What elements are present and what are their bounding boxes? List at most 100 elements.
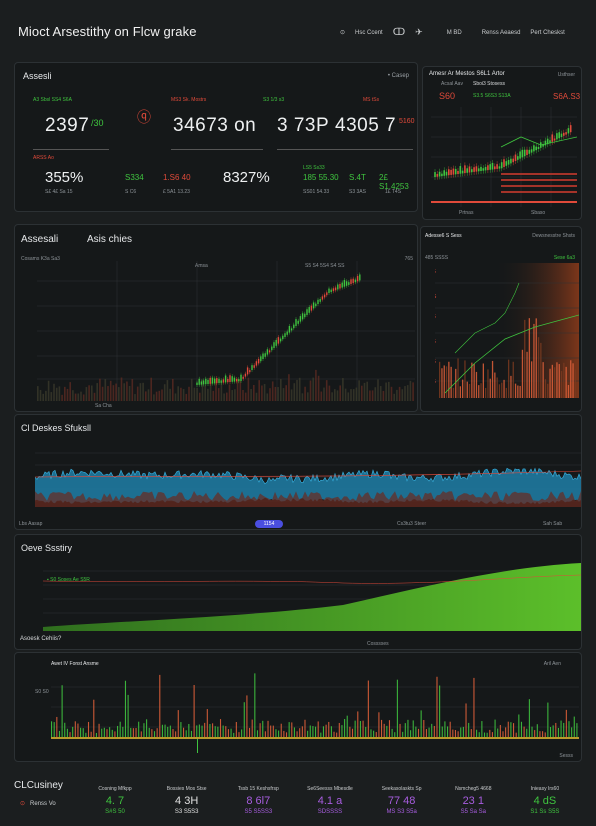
bar [449, 721, 451, 737]
bar [547, 702, 549, 737]
search-icon[interactable]: ⊙ [340, 29, 345, 36]
bar [119, 721, 121, 737]
candle [533, 145, 535, 152]
bars-panel: Awet IV Fonst Ansme Aril Aen S0 S0 Sesss [14, 652, 582, 762]
bar [534, 730, 536, 737]
nav-item-0[interactable]: Hsc Ccent [355, 30, 383, 36]
tab-asis[interactable]: Asis chies [87, 234, 132, 245]
bar [93, 699, 95, 737]
bar [87, 721, 90, 737]
volume-bar [112, 385, 115, 401]
candle [482, 168, 485, 171]
candle [216, 378, 218, 384]
bar [476, 729, 478, 737]
candle [213, 378, 216, 384]
bar [388, 720, 391, 737]
volume-bar [471, 362, 473, 398]
candle [352, 278, 354, 284]
bar [251, 719, 253, 737]
side-top-footer-0: Prtnas [459, 210, 474, 216]
bar [536, 724, 538, 737]
footer-stat-sub: S#S 50 [105, 809, 125, 815]
link-icon[interactable]: ↀ [393, 27, 405, 38]
volume-bar [77, 393, 80, 401]
footer-stat-value: 4.1 a [317, 795, 343, 807]
bar [256, 730, 259, 737]
volume-bar [69, 382, 71, 401]
volume-bar [99, 378, 101, 401]
footer-stat-label: Bossies Mos Stse [166, 786, 207, 792]
volume-bar [406, 385, 409, 401]
volume-bar [388, 381, 390, 401]
side-top-action[interactable]: Usthser [558, 72, 575, 78]
bar [544, 732, 546, 737]
nav-item-2[interactable]: Renss Aeaesd [482, 30, 521, 36]
volume-bar [485, 387, 487, 398]
bar [439, 685, 441, 737]
volume-bar [512, 361, 514, 398]
bar [212, 723, 214, 737]
candle [519, 151, 521, 159]
bar [64, 722, 66, 737]
candle [268, 350, 271, 353]
nav-item-1[interactable]: M BD [447, 30, 462, 36]
wave-button[interactable]: 1154 [255, 520, 283, 528]
bar [494, 719, 496, 737]
footer-stat-sub: S5 S5SS3 [244, 809, 273, 815]
candle [242, 376, 244, 379]
kpi-value-0: 2397 [45, 115, 90, 136]
bar [420, 710, 422, 737]
volume-bar [526, 351, 528, 398]
bar [58, 730, 61, 737]
volume-bar [274, 386, 277, 401]
volume-bar [452, 387, 455, 398]
bar [117, 725, 119, 737]
bar [227, 729, 229, 737]
bar [130, 727, 132, 737]
candle [468, 166, 471, 173]
bar [95, 732, 97, 737]
bell-icon[interactable]: ✈ [415, 27, 423, 38]
candle [211, 377, 214, 384]
volume-bar [158, 390, 161, 401]
volume-bar [528, 318, 530, 398]
bar [375, 732, 377, 737]
footer-stat: Tssb 15 Keshsfrsp 8 6l7 S5 S5SS3 [223, 786, 293, 815]
wave-chart: SSSSSSSSSS [35, 452, 581, 507]
volume-bar [448, 361, 450, 398]
bar [159, 674, 161, 737]
volume-bar [136, 386, 139, 401]
volume-bar [491, 360, 494, 398]
volume-bar [542, 362, 544, 398]
side-top-panel: Amesr Ar Mestos S6L1 Artor Usthser Acsal… [422, 66, 582, 220]
bar [175, 731, 177, 737]
bar [74, 721, 76, 737]
footer-link[interactable]: ⊙ Renss Vo [20, 800, 56, 807]
bar [180, 722, 182, 737]
row2-sub-3: 185 55.30 [303, 173, 339, 182]
volume-bar [174, 393, 177, 401]
candle [334, 287, 337, 291]
bar [470, 729, 472, 737]
bar [214, 726, 216, 737]
volume-bar [323, 387, 325, 401]
divider-line [171, 149, 263, 150]
bar [293, 727, 295, 737]
volume-bar [331, 392, 333, 401]
summary-action[interactable]: • Casep [388, 73, 409, 79]
volume-bar [496, 377, 498, 398]
summary-panel: Assesli • Casep A3 Sbsl SS4 S6A 2397 /30… [14, 62, 418, 212]
bar [552, 725, 554, 737]
footer-stat-value: 77 48 [387, 795, 416, 807]
nav-item-3[interactable]: Pert Cheskst [530, 30, 564, 36]
bar [526, 728, 528, 737]
kpi-label-3: MS tSs [363, 97, 380, 103]
side-mid-action[interactable]: Dewsnesstre Shsts [532, 233, 575, 239]
footer-stat-value: 4 dS [533, 795, 557, 807]
bar [428, 727, 430, 737]
footer-stat-sub: S1 Ss S5S [530, 809, 560, 815]
candle [343, 279, 346, 287]
bar [507, 721, 509, 737]
bar [346, 715, 348, 737]
volume-bar [475, 371, 478, 398]
